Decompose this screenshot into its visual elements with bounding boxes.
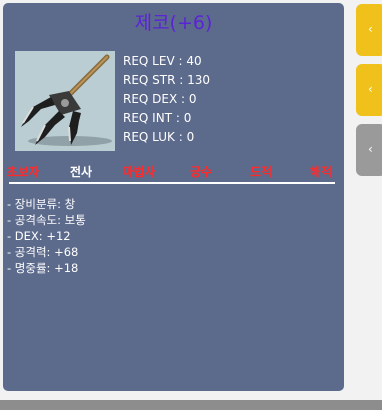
side-tab-3[interactable]: ‹ — [356, 124, 382, 176]
job-bowman: 궁수 — [189, 165, 213, 179]
job-magician: 마법사 — [122, 165, 156, 179]
item-tooltip: 제코(+6) REQ LEV : 40 REQ STR : 130 REQ DE… — [3, 3, 344, 391]
chevron-left-icon: ‹ — [368, 22, 373, 36]
side-tab-2[interactable]: ‹ — [356, 64, 382, 116]
polearm-trident-icon — [21, 54, 112, 146]
job-pirate: 해적 — [309, 165, 333, 179]
chevron-left-icon: ‹ — [368, 142, 373, 156]
divider — [9, 182, 335, 184]
item-name: 제코(+6) — [134, 12, 213, 34]
req-int: REQ INT : 0 — [123, 111, 192, 125]
stat-attack: - 공격력: +68 — [7, 245, 79, 259]
job-warrior: 전사 — [69, 165, 93, 179]
stat-dex: - DEX: +12 — [7, 229, 71, 243]
bottom-bar — [0, 400, 382, 410]
req-str: REQ STR : 130 — [123, 73, 211, 87]
req-dex: REQ DEX : 0 — [123, 92, 197, 106]
req-level: REQ LEV : 40 — [123, 54, 202, 68]
stat-accuracy: - 명중률: +18 — [7, 261, 79, 275]
side-tab-1[interactable]: ‹ — [356, 4, 382, 56]
stat-attack-speed: - 공격속도: 보통 — [7, 213, 86, 227]
job-beginner: 초보자 — [6, 165, 40, 179]
chevron-left-icon: ‹ — [368, 82, 373, 96]
item-image — [15, 51, 115, 151]
job-thief: 도적 — [249, 165, 273, 179]
stat-category: - 장비분류: 창 — [7, 197, 76, 211]
req-luk: REQ LUK : 0 — [123, 130, 195, 144]
